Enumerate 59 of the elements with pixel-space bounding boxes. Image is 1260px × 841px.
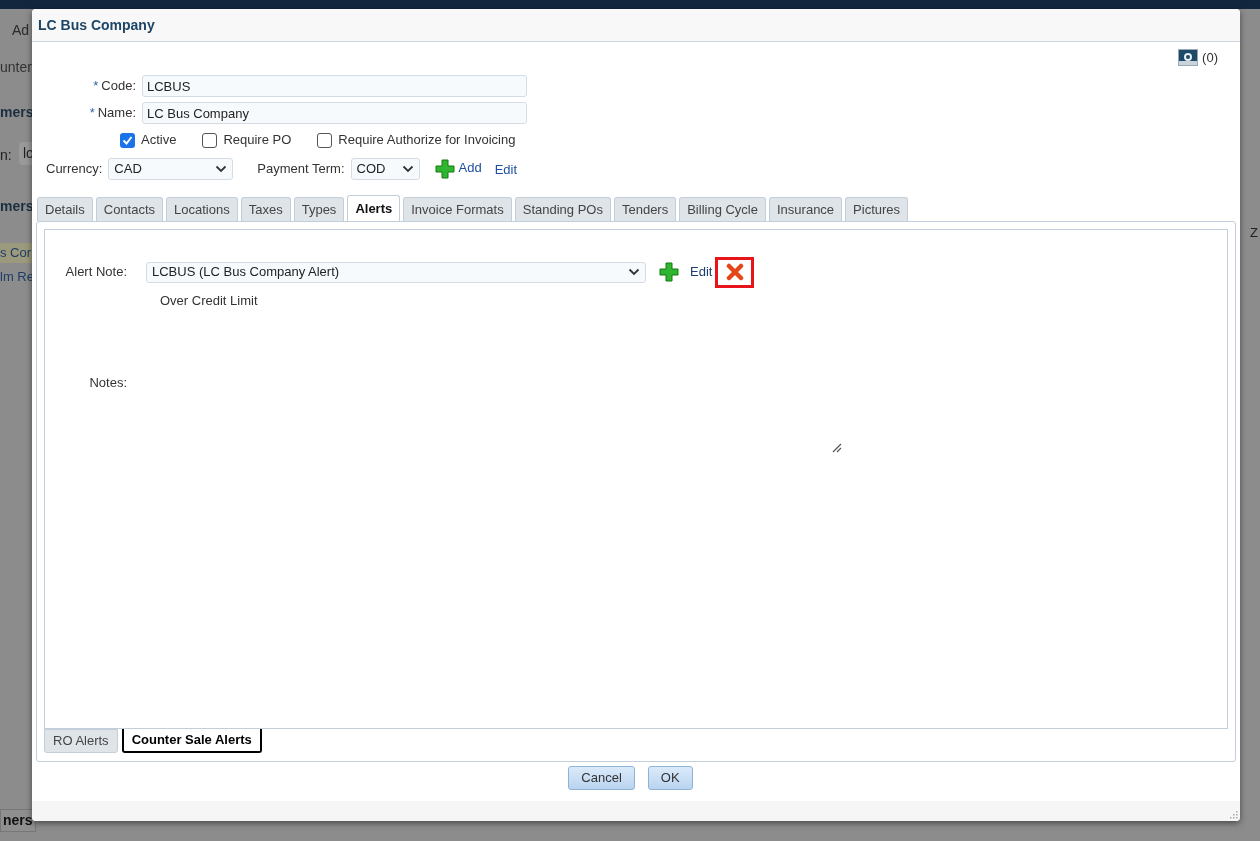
- required-marker: *: [93, 77, 99, 96]
- currency-select[interactable]: CAD: [108, 158, 234, 180]
- payment-term-select[interactable]: COD: [350, 158, 420, 180]
- tab[interactable]: Pictures: [845, 197, 909, 221]
- background-bottom-tab-text: ners: [0, 809, 36, 832]
- background-menu-text: Ad: [12, 21, 30, 40]
- alert-text: Over Credit Limit: [160, 292, 259, 310]
- sub-tab[interactable]: RO Alerts: [44, 729, 118, 753]
- tab[interactable]: Taxes: [240, 197, 291, 221]
- chevron-down-icon: [401, 165, 414, 173]
- resize-grip-icon[interactable]: [832, 442, 842, 453]
- payment-term-label: Payment Term:: [257, 160, 345, 179]
- edit-link[interactable]: Edit: [494, 160, 518, 180]
- tab[interactable]: Billing Cycle: [679, 197, 766, 221]
- chevron-down-icon: [628, 268, 640, 276]
- background-column-text: Z: [1250, 224, 1258, 242]
- checkbox-label: Require PO: [223, 131, 292, 150]
- alert-note-select[interactable]: LCBUS (LC Bus Company Alert): [146, 261, 646, 283]
- tab[interactable]: Locations: [166, 197, 238, 221]
- plus-icon[interactable]: [434, 159, 455, 179]
- tab[interactable]: Standing POs: [514, 197, 611, 221]
- edit-link[interactable]: Edit: [690, 262, 713, 282]
- delete-button[interactable]: [715, 256, 755, 288]
- tab[interactable]: Tenders: [613, 197, 677, 221]
- close-icon: [725, 263, 744, 281]
- tab[interactable]: Details: [37, 197, 93, 221]
- background-label-text: n:: [0, 146, 12, 165]
- background-heading-text: mers: [0, 103, 34, 122]
- field-label: Name:: [97, 104, 136, 123]
- dialog-button[interactable]: Cancel: [568, 766, 635, 790]
- background-row-text: s Cor: [0, 243, 32, 263]
- add-link[interactable]: Add: [458, 158, 482, 178]
- tab[interactable]: Contacts: [95, 197, 164, 221]
- camera-icon[interactable]: [1178, 49, 1199, 67]
- dialog-button[interactable]: OK: [647, 766, 693, 790]
- tab[interactable]: Invoice Formats: [403, 197, 512, 221]
- checkbox[interactable]: [120, 132, 135, 148]
- field-label: Code:: [101, 77, 136, 96]
- resize-grip-icon[interactable]: [1228, 809, 1238, 819]
- checkbox-label: Active: [141, 131, 177, 150]
- text-field[interactable]: LC Bus Company: [142, 102, 527, 124]
- alert-note-label: Alert Note:: [64, 263, 127, 282]
- text-field[interactable]: LCBUS: [142, 75, 527, 97]
- background-heading-text: mers: [0, 197, 34, 216]
- tab[interactable]: Types: [293, 197, 345, 221]
- plus-icon[interactable]: [659, 262, 679, 282]
- sub-tab[interactable]: Counter Sale Alerts: [121, 729, 262, 753]
- checkbox[interactable]: [317, 132, 333, 148]
- tab[interactable]: Insurance: [769, 197, 843, 221]
- pictures-count: (0): [1202, 49, 1218, 67]
- checkbox[interactable]: [202, 132, 218, 148]
- background-tab-text: unter: [0, 58, 32, 77]
- dialog-title: LC Bus Company: [38, 15, 155, 35]
- notes-label: Notes:: [88, 373, 127, 392]
- tab[interactable]: Alerts: [347, 195, 401, 221]
- currency-label: Currency:: [46, 160, 103, 179]
- required-marker: *: [89, 104, 95, 123]
- checkbox-label: Require Authorize for Invoicing: [338, 131, 516, 150]
- chevron-down-icon: [215, 165, 228, 173]
